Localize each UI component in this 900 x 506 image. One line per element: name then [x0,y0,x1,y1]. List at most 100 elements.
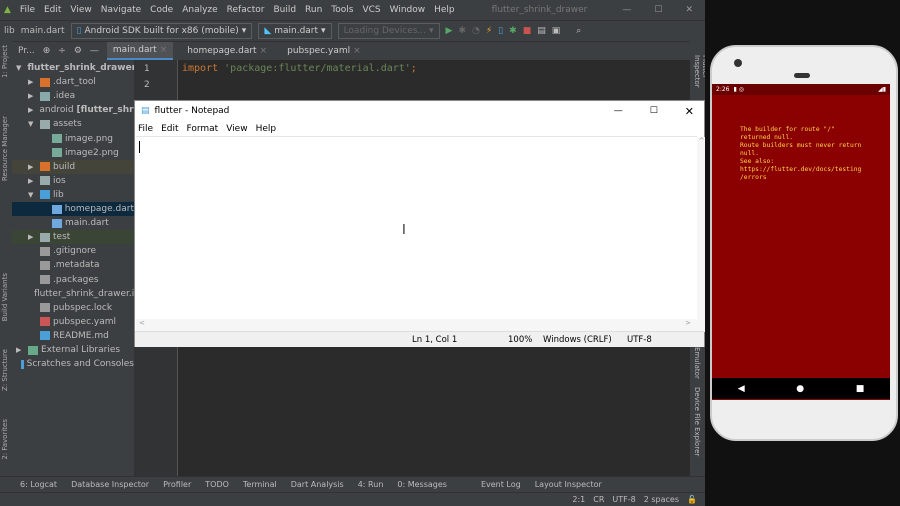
caret-position[interactable]: 2:1 [572,495,585,504]
tree-item[interactable]: main.dart [12,216,134,230]
profile-icon[interactable]: ◔ [472,26,480,36]
tree-item[interactable]: ▼flutter_shrink_drawerE [12,61,134,75]
menu-format[interactable]: Format [187,124,219,134]
minimize-button[interactable]: — [614,106,623,116]
tree-item[interactable]: .packages [12,273,134,287]
close-icon[interactable]: × [260,46,268,56]
menu-view[interactable]: View [226,124,247,134]
expand-arrow-icon[interactable]: ▶ [28,92,37,100]
menu-analyze[interactable]: Analyze [182,5,217,15]
hide-icon[interactable]: — [90,46,99,56]
tree-item[interactable]: ▶ .dart_tool [12,75,134,89]
run-config-selector[interactable]: ◣ main.dart ▾ [258,23,332,39]
tree-item[interactable]: README.md [12,329,134,343]
profiler-tab[interactable]: Profiler [163,480,191,489]
devices-combo[interactable]: Loading Devices... ▾ [337,23,440,39]
menu-refactor[interactable]: Refactor [227,5,265,15]
messages-tab[interactable]: 0: Messages [397,480,447,489]
expand-arrow-icon[interactable]: ▶ [16,346,25,354]
menu-help[interactable]: Help [434,5,455,15]
menu-view[interactable]: View [70,5,91,15]
home-icon[interactable]: ● [796,384,804,394]
tree-item[interactable]: ▶ android[flutter_shrink [12,103,134,117]
resource-manager-tab[interactable]: Resource Manager [1,116,9,181]
expand-arrow-icon[interactable]: ▶ [28,163,37,171]
breadcrumb-main-dart[interactable]: main.dart [21,26,65,36]
debug-icon[interactable]: ✱ [458,26,466,36]
structure-tab[interactable]: Z: Structure [1,349,9,391]
tree-item[interactable]: image2.png [12,146,134,160]
file-encoding[interactable]: UTF-8 [612,495,635,504]
menu-code[interactable]: Code [150,5,173,15]
tree-item[interactable]: ▼ lib [12,188,134,202]
logcat-tab[interactable]: 6: Logcat [20,480,57,489]
device-selector[interactable]: ▯ Android SDK built for x86 (mobile) ▾ [70,23,253,39]
expand-arrow-icon[interactable]: ▼ [16,64,21,72]
line-separator[interactable]: CR [593,495,604,504]
tree-item[interactable]: pubspec.lock [12,301,134,315]
run-tab[interactable]: 4: Run [358,480,384,489]
tree-item[interactable]: homepage.dart [12,202,134,216]
menu-window[interactable]: Window [390,5,426,15]
expand-arrow-icon[interactable]: ▼ [28,191,37,199]
horizontal-scrollbar[interactable]: < > [136,319,697,331]
tab-main-dart[interactable]: main.dart × [106,42,174,60]
breadcrumb-lib[interactable]: lib [4,26,15,36]
tree-item[interactable]: .metadata [12,258,134,272]
device-file-explorer-tab[interactable]: Device File Explorer [693,387,701,456]
layout-inspector-tab[interactable]: Layout Inspector [535,480,602,489]
emulator-tab[interactable]: Emulator [693,347,701,379]
tree-item[interactable]: ▶ .idea [12,89,134,103]
tree-item[interactable]: ▼ assets [12,117,134,131]
tree-item[interactable]: ▶ External Libraries [12,343,134,357]
stop-icon[interactable]: ■ [523,26,532,36]
expand-arrow-icon[interactable]: ▶ [28,233,37,241]
tree-item[interactable]: flutter_shrink_drawer.iml [12,287,134,301]
project-tool-tab[interactable]: 1: Project [1,45,9,78]
run-icon[interactable]: ▶ [446,26,453,36]
tab-pubspec-yaml[interactable]: pubspec.yaml × [281,42,367,60]
menu-vcs[interactable]: VCS [362,5,380,15]
expand-arrow-icon[interactable]: ▶ [28,78,37,86]
locate-icon[interactable]: ⊕ [43,46,51,56]
tree-item[interactable]: ▶ test [12,230,134,245]
tree-item[interactable]: .gitignore [12,244,134,258]
terminal-tab[interactable]: Terminal [243,480,277,489]
todo-tab[interactable]: TODO [205,480,229,489]
attach-icon[interactable]: ✱ [509,26,517,36]
menu-file[interactable]: File [20,5,35,15]
favorites-tab[interactable]: 2: Favorites [1,419,9,460]
notepad-text-area[interactable]: I < > ^ [136,136,706,332]
gear-icon[interactable]: ⚙ [74,46,82,56]
minimize-button[interactable]: — [622,5,631,15]
dart-analysis-tab[interactable]: Dart Analysis [291,480,344,489]
tree-item[interactable]: ▶ build [12,159,134,174]
menu-file[interactable]: File [138,124,153,134]
maximize-button[interactable]: ☐ [650,106,658,116]
menu-navigate[interactable]: Navigate [101,5,141,15]
hot-reload-icon[interactable]: ⚡ [486,26,492,36]
back-icon[interactable]: ◀ [738,384,745,394]
close-icon[interactable]: × [160,45,168,55]
project-view-selector[interactable]: Pr... [18,46,35,56]
expand-arrow-icon[interactable]: ▶ [28,106,33,114]
tree-item[interactable]: pubspec.yaml [12,315,134,329]
tree-item[interactable]: image.png [12,132,134,146]
maximize-button[interactable]: ☐ [654,5,662,15]
lock-icon[interactable]: 🔓 [687,495,697,504]
expand-arrow-icon[interactable]: ▼ [28,120,37,128]
recents-icon[interactable]: ■ [856,384,865,394]
avd-manager-icon[interactable]: ▣ [552,26,561,36]
collapse-icon[interactable]: ÷ [58,46,66,56]
device-icon[interactable]: ▯ [498,26,503,36]
menu-help[interactable]: Help [256,124,277,134]
project-structure-icon[interactable]: ▤ [537,26,546,36]
database-inspector-tab[interactable]: Database Inspector [71,480,149,489]
menu-tools[interactable]: Tools [331,5,353,15]
menu-edit[interactable]: Edit [161,124,178,134]
build-variants-tab[interactable]: Build Variants [1,273,9,321]
event-log-tab[interactable]: Event Log [481,480,521,489]
tree-item[interactable]: ▶ ios [12,174,134,188]
expand-arrow-icon[interactable]: ▶ [28,177,37,185]
search-icon[interactable]: ⌕ [576,26,581,36]
